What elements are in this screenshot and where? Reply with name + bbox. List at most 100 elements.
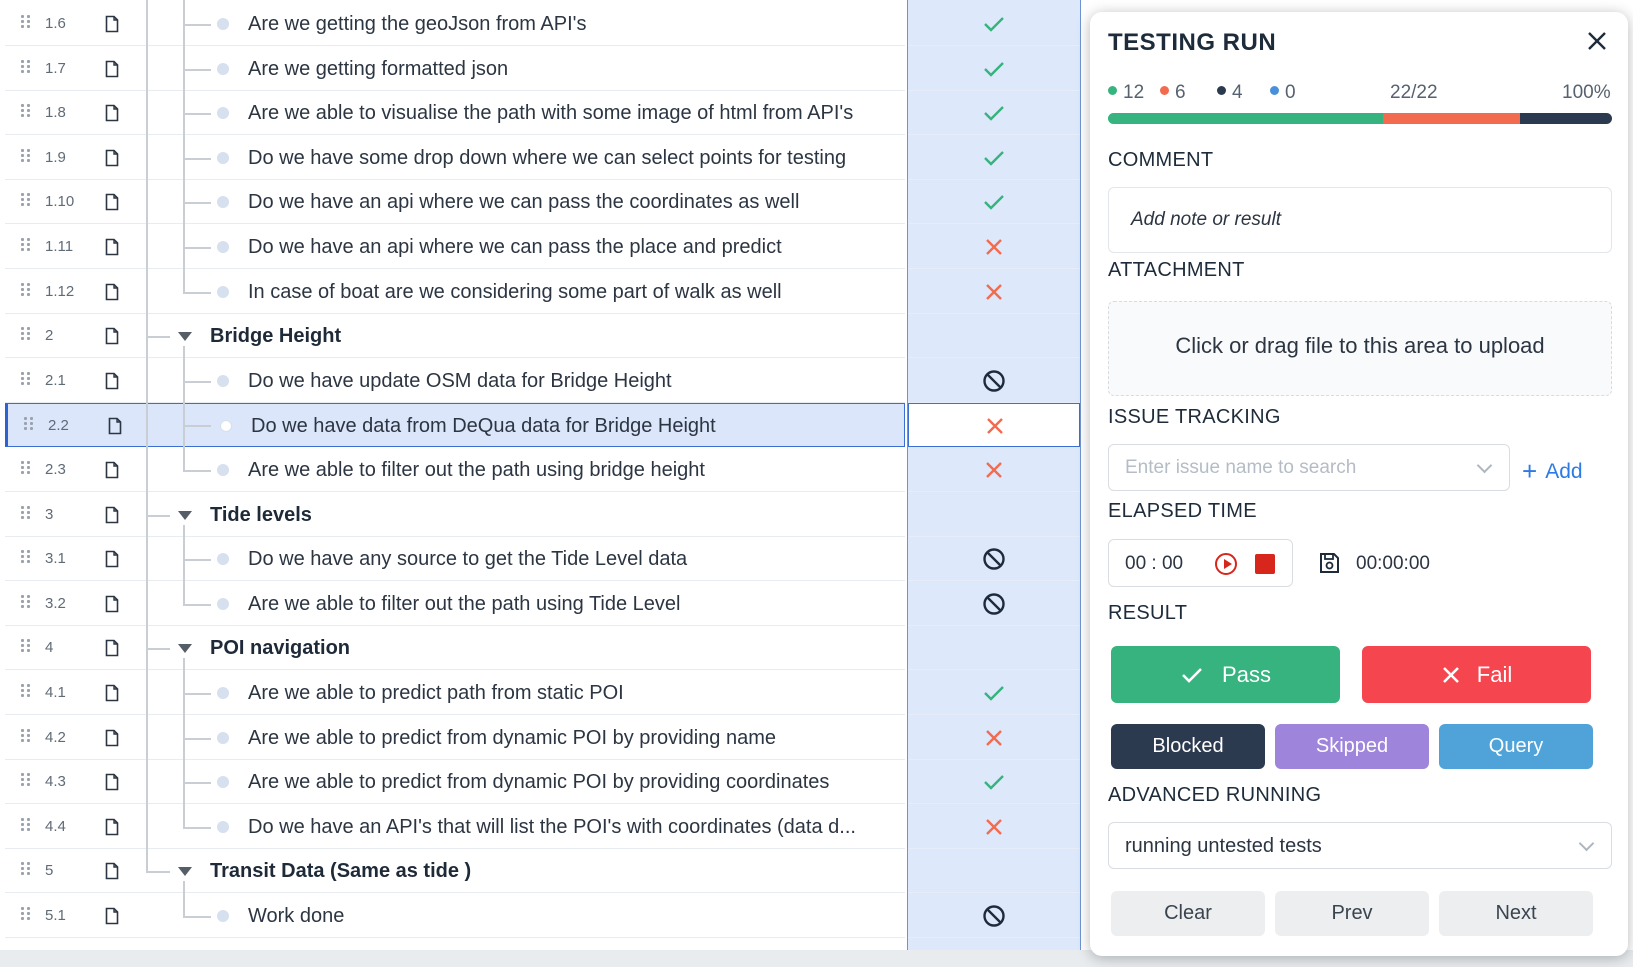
- test-case-title[interactable]: Work done: [248, 905, 344, 928]
- table-row[interactable]: 3.1 Do we have any source to get the Tide…: [5, 537, 905, 582]
- blocked-icon[interactable]: [982, 369, 1006, 393]
- document-icon[interactable]: [105, 639, 119, 657]
- table-row[interactable]: 1.12 In case of boat are we considering s…: [5, 270, 905, 314]
- drag-handle-icon[interactable]: [21, 15, 35, 31]
- table-row[interactable]: 1.10 Do we have an api where we can pass …: [5, 180, 905, 225]
- drag-handle-icon[interactable]: [21, 371, 35, 388]
- table-row[interactable]: 4.2 Are we able to predict from dynamic P…: [5, 716, 905, 760]
- test-case-title[interactable]: Do we have data from DeQua data for Brid…: [251, 415, 716, 438]
- document-icon[interactable]: [105, 238, 119, 256]
- status-cell[interactable]: [908, 403, 1080, 448]
- drag-handle-icon[interactable]: [21, 505, 35, 522]
- check-icon[interactable]: [982, 190, 1006, 214]
- table-row[interactable]: 4.3 Are we able to predict from dynamic P…: [5, 760, 905, 805]
- table-row[interactable]: 1.7 Are we getting formatted json: [5, 47, 905, 91]
- check-icon[interactable]: [982, 101, 1006, 125]
- test-case-title[interactable]: Are we getting the geoJson from API's: [248, 13, 586, 36]
- group-row[interactable]: 4 POI navigation: [5, 626, 905, 671]
- test-case-title[interactable]: Do we have any source to get the Tide Le…: [248, 548, 687, 571]
- drag-handle-icon[interactable]: [21, 862, 35, 878]
- document-icon[interactable]: [105, 595, 119, 613]
- test-case-title[interactable]: Are we able to predict from dynamic POI …: [248, 727, 776, 750]
- blocked-icon[interactable]: [982, 592, 1006, 616]
- status-cell[interactable]: [908, 359, 1080, 403]
- document-icon[interactable]: [105, 684, 119, 702]
- table-row[interactable]: 1.9 Do we have some drop down where we ca…: [5, 136, 905, 180]
- status-cell[interactable]: [908, 448, 1080, 492]
- status-cell[interactable]: [908, 136, 1080, 180]
- drag-handle-icon[interactable]: [21, 282, 35, 299]
- upload-dropzone[interactable]: Click or drag file to this area to uploa…: [1108, 301, 1612, 396]
- x-icon[interactable]: [982, 726, 1006, 750]
- table-row[interactable]: 1.11 Do we have an api where we can pass …: [5, 225, 905, 269]
- table-row[interactable]: 1.6 Are we getting the geoJson from API's: [5, 2, 905, 46]
- document-icon[interactable]: [105, 907, 119, 925]
- check-icon[interactable]: [982, 146, 1006, 170]
- table-row[interactable]: 4.4 Do we have an API's that will list th…: [5, 805, 905, 849]
- table-row[interactable]: 4.1 Are we able to predict path from stat…: [5, 671, 905, 715]
- document-icon[interactable]: [105, 818, 119, 836]
- drag-handle-icon[interactable]: [21, 817, 35, 834]
- drag-handle-icon[interactable]: [21, 639, 35, 655]
- x-icon[interactable]: [982, 458, 1006, 482]
- status-cell[interactable]: [908, 2, 1080, 46]
- check-icon[interactable]: [982, 57, 1006, 81]
- drag-handle-icon[interactable]: [21, 193, 35, 209]
- status-cell[interactable]: [908, 314, 1080, 359]
- blocked-icon[interactable]: [982, 904, 1006, 928]
- document-icon[interactable]: [105, 327, 119, 345]
- group-row[interactable]: 5 Transit Data (Same as tide ): [5, 849, 905, 894]
- issue-search-select[interactable]: Enter issue name to search: [1108, 444, 1510, 491]
- drag-handle-icon[interactable]: [24, 417, 38, 433]
- caret-down-icon[interactable]: [178, 510, 192, 520]
- test-case-title[interactable]: Do we have an API's that will list the P…: [248, 816, 856, 839]
- document-icon[interactable]: [108, 417, 122, 435]
- document-icon[interactable]: [105, 149, 119, 167]
- status-cell[interactable]: [908, 671, 1080, 715]
- document-icon[interactable]: [105, 461, 119, 479]
- clear-button[interactable]: Clear: [1111, 891, 1265, 936]
- status-cell[interactable]: [908, 91, 1080, 136]
- blocked-icon[interactable]: [982, 547, 1006, 571]
- document-icon[interactable]: [105, 729, 119, 747]
- drag-handle-icon[interactable]: [21, 728, 35, 745]
- stop-icon[interactable]: [1255, 554, 1275, 574]
- test-case-title[interactable]: In case of boat are we considering some …: [248, 281, 782, 304]
- skipped-button[interactable]: Skipped: [1275, 724, 1429, 769]
- test-case-title[interactable]: Do we have update OSM data for Bridge He…: [248, 370, 672, 393]
- document-icon[interactable]: [105, 550, 119, 568]
- check-icon[interactable]: [982, 681, 1006, 705]
- drag-handle-icon[interactable]: [21, 104, 35, 120]
- caret-down-icon[interactable]: [178, 332, 192, 342]
- status-cell[interactable]: [908, 225, 1080, 269]
- document-icon[interactable]: [105, 372, 119, 390]
- test-case-title[interactable]: Do we have an api where we can pass the …: [248, 236, 782, 259]
- prev-button[interactable]: Prev: [1275, 891, 1429, 936]
- add-issue-button[interactable]: + Add: [1522, 456, 1583, 487]
- status-cell[interactable]: [908, 47, 1080, 91]
- group-title[interactable]: Transit Data (Same as tide ): [210, 860, 471, 883]
- table-row[interactable]: 3.2 Are we able to filter out the path us…: [5, 582, 905, 626]
- status-cell[interactable]: [908, 716, 1080, 760]
- test-case-title[interactable]: Do we have an api where we can pass the …: [248, 191, 799, 214]
- x-icon[interactable]: [982, 815, 1006, 839]
- x-icon[interactable]: [982, 235, 1006, 259]
- table-row[interactable]: 5.1 Work done: [5, 894, 905, 938]
- status-cell[interactable]: [908, 894, 1080, 938]
- document-icon[interactable]: [105, 283, 119, 301]
- status-cell[interactable]: [908, 493, 1080, 537]
- group-title[interactable]: Tide levels: [210, 504, 312, 527]
- next-button[interactable]: Next: [1439, 891, 1593, 936]
- drag-handle-icon[interactable]: [21, 59, 35, 76]
- comment-input[interactable]: Add note or result: [1108, 187, 1612, 253]
- table-row[interactable]: 2.3 Are we able to filter out the path us…: [5, 448, 905, 492]
- x-icon[interactable]: [983, 414, 1007, 438]
- document-icon[interactable]: [105, 773, 119, 791]
- test-case-title[interactable]: Are we able to visualise the path with s…: [248, 102, 853, 125]
- drag-handle-icon[interactable]: [21, 238, 35, 254]
- status-cell[interactable]: [908, 626, 1080, 671]
- drag-handle-icon[interactable]: [21, 461, 35, 477]
- document-icon[interactable]: [105, 862, 119, 880]
- drag-handle-icon[interactable]: [21, 773, 35, 789]
- document-icon[interactable]: [105, 104, 119, 122]
